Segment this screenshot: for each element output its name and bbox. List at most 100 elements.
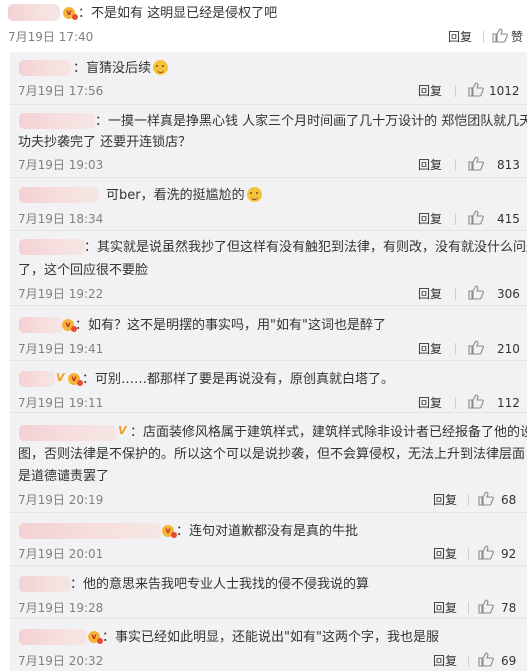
- vip-badge-icon: v: [62, 319, 77, 332]
- reply-button[interactable]: 回复: [418, 211, 442, 227]
- reply-button[interactable]: 回复: [433, 492, 457, 508]
- reply-button[interactable]: 回复: [433, 546, 457, 562]
- reply-text: ：如有？这不是明摆的事实吗，用"如有"这词也是醉了: [75, 318, 386, 333]
- like-count: 415: [497, 212, 520, 226]
- reply-item: ：他的意思来告我吧专业人士我找的侵不侵我说的算 7月19日 19:28 回复 7…: [10, 565, 527, 619]
- reply-text-line1: ：店面装修风格属于建筑样式，建筑样式除非设计者已经报备了他的设计: [130, 425, 527, 440]
- like-count: 306: [497, 287, 520, 301]
- reply-time: 7月19日 20:19: [18, 493, 104, 507]
- thumbs-up-icon[interactable]: [478, 491, 494, 506]
- thumbs-up-icon[interactable]: [478, 599, 494, 614]
- reply-button[interactable]: 回复: [418, 341, 442, 357]
- reply-text: ：连句对道歉都没有是真的牛批: [176, 524, 359, 539]
- vip-badge-icon: v: [63, 7, 78, 20]
- main-comment: v ：不是如有 这明显已经是侵权了吧 7月19日 17:40 回复 赞: [0, 0, 527, 52]
- username-blurred[interactable]: [19, 425, 117, 441]
- username-blurred[interactable]: [19, 371, 55, 387]
- reply-item: V v ：可别……都那样了要是再说没有，原创真就白塔了。 7月19日 19:11…: [10, 360, 527, 413]
- reply-button[interactable]: 回复: [418, 83, 442, 99]
- like-count: 92: [501, 547, 517, 561]
- reply-button[interactable]: 回复: [433, 600, 457, 616]
- reply-item: v ：事实已经如此明显，还能说出"如有"这两个字，我也是服 7月19日 20:3…: [10, 618, 527, 672]
- reply-list: ：盲猜没后续 7月19日 17:56 回复 1012 ：一摸一样真是挣黑心钱 人…: [10, 52, 527, 671]
- thumbs-up-icon[interactable]: [468, 394, 484, 409]
- username-blurred[interactable]: [19, 60, 71, 76]
- verified-v-icon: V: [118, 424, 127, 437]
- like-label[interactable]: 赞: [511, 29, 523, 45]
- reply-item: ：盲猜没后续 7月19日 17:56 回复 1012: [10, 52, 527, 104]
- reply-item: ：一摸一样真是挣黑心钱 人家三个月时间画了几十万设计的 郑恺团队就几天的 功夫抄…: [10, 104, 527, 178]
- vip-badge-icon: v: [68, 373, 83, 386]
- divider: [455, 397, 456, 409]
- thumbs-up-icon[interactable]: [478, 545, 494, 560]
- username-blurred[interactable]: [8, 4, 60, 21]
- username-blurred[interactable]: [19, 523, 161, 539]
- thumbs-up-icon[interactable]: [468, 82, 484, 97]
- reply-text: ：他的意思来告我吧专业人士我找的侵不侵我说的算: [70, 577, 370, 592]
- divider: [483, 31, 484, 43]
- reply-time: 7月19日 19:28: [18, 601, 104, 615]
- thumbs-up-icon[interactable]: [468, 210, 484, 225]
- reply-item: ：其实就是说虽然我抄了但这样有没有触犯到法律，有则改，没有就没什么问题 了，这个…: [10, 230, 527, 306]
- reply-time: 7月19日 20:01: [18, 547, 104, 561]
- username-blurred[interactable]: [19, 629, 87, 645]
- reply-text-line2: 了，这个回应很不要脸: [18, 263, 149, 278]
- reply-text-line1: ：其实就是说虽然我抄了但这样有没有触犯到法律，有则改，没有就没什么问题: [84, 240, 527, 255]
- comment-text: ：不是如有 这明显已经是侵权了吧: [78, 6, 278, 21]
- divider: [455, 213, 456, 225]
- like-count: 813: [497, 158, 520, 172]
- reply-time: 7月19日 19:41: [18, 342, 104, 356]
- reply-time: 7月19日 18:34: [18, 212, 104, 226]
- thumbs-up-icon[interactable]: [492, 28, 508, 43]
- reply-text: ：盲猜没后续: [73, 58, 169, 79]
- reply-text: ：可别……都那样了要是再说没有，原创真就白塔了。: [82, 372, 395, 387]
- reply-time: 7月19日 17:56: [18, 84, 104, 98]
- reply-time: 7月19日 20:32: [18, 654, 104, 668]
- reply-item: v ：连句对道歉都没有是真的牛批 7月19日 20:01 回复 92: [10, 512, 527, 566]
- emoji-icon: [246, 187, 262, 202]
- emoji-icon: [153, 60, 169, 75]
- username-blurred[interactable]: [19, 239, 85, 255]
- reply-item: 可ber，看洗的挺尴尬的 7月19日 18:34 回复 415: [10, 177, 527, 231]
- username-blurred[interactable]: [19, 113, 95, 129]
- like-count: 1012: [489, 84, 520, 98]
- reply-text: 可ber，看洗的挺尴尬的: [106, 185, 262, 206]
- verified-v-icon: V: [56, 371, 65, 384]
- reply-text-line1: ：一摸一样真是挣黑心钱 人家三个月时间画了几十万设计的 郑恺团队就几天的: [95, 114, 527, 129]
- username-blurred[interactable]: [19, 317, 63, 333]
- divider: [455, 159, 456, 171]
- divider: [455, 85, 456, 97]
- divider: [468, 548, 469, 560]
- reply-button[interactable]: 回复: [418, 286, 442, 302]
- reply-button[interactable]: 回复: [418, 157, 442, 173]
- reply-button[interactable]: 回复: [448, 29, 472, 45]
- divider: [455, 288, 456, 300]
- divider: [468, 602, 469, 614]
- thumbs-up-icon[interactable]: [468, 285, 484, 300]
- thumbs-up-icon[interactable]: [468, 340, 484, 355]
- comment-time: 7月19日 17:40: [8, 30, 94, 44]
- username-blurred[interactable]: [19, 187, 99, 203]
- reply-text-line2: 图，否则法律是不保护的。所以这个可以是说抄袭，但不会算侵权，无法上升到法律层面，…: [18, 447, 527, 462]
- reply-time: 7月19日 19:11: [18, 396, 104, 410]
- reply-time: 7月19日 19:22: [18, 287, 104, 301]
- reply-item: v ：如有？这不是明摆的事实吗，用"如有"这词也是醉了 7月19日 19:41 …: [10, 305, 527, 361]
- username-blurred[interactable]: [19, 576, 71, 592]
- like-count: 78: [501, 601, 517, 615]
- reply-time: 7月19日 19:03: [18, 158, 104, 172]
- thumbs-up-icon[interactable]: [478, 652, 494, 667]
- reply-button[interactable]: 回复: [433, 653, 457, 669]
- reply-item: V ：店面装修风格属于建筑样式，建筑样式除非设计者已经报备了他的设计 图，否则法…: [10, 412, 527, 513]
- vip-badge-icon: v: [88, 631, 103, 644]
- reply-text-line3: 是道德谴责罢了: [18, 469, 110, 484]
- like-count: 69: [501, 654, 517, 668]
- divider: [468, 494, 469, 506]
- divider: [455, 343, 456, 355]
- vip-badge-icon: v: [162, 525, 177, 538]
- like-count: 210: [497, 342, 520, 356]
- thumbs-up-icon[interactable]: [468, 156, 484, 171]
- reply-button[interactable]: 回复: [418, 395, 442, 411]
- reply-text-line2: 功夫抄袭完了 还要开连锁店？: [18, 135, 192, 150]
- like-count: 68: [501, 493, 517, 507]
- reply-text: ：事实已经如此明显，还能说出"如有"这两个字，我也是服: [102, 630, 439, 645]
